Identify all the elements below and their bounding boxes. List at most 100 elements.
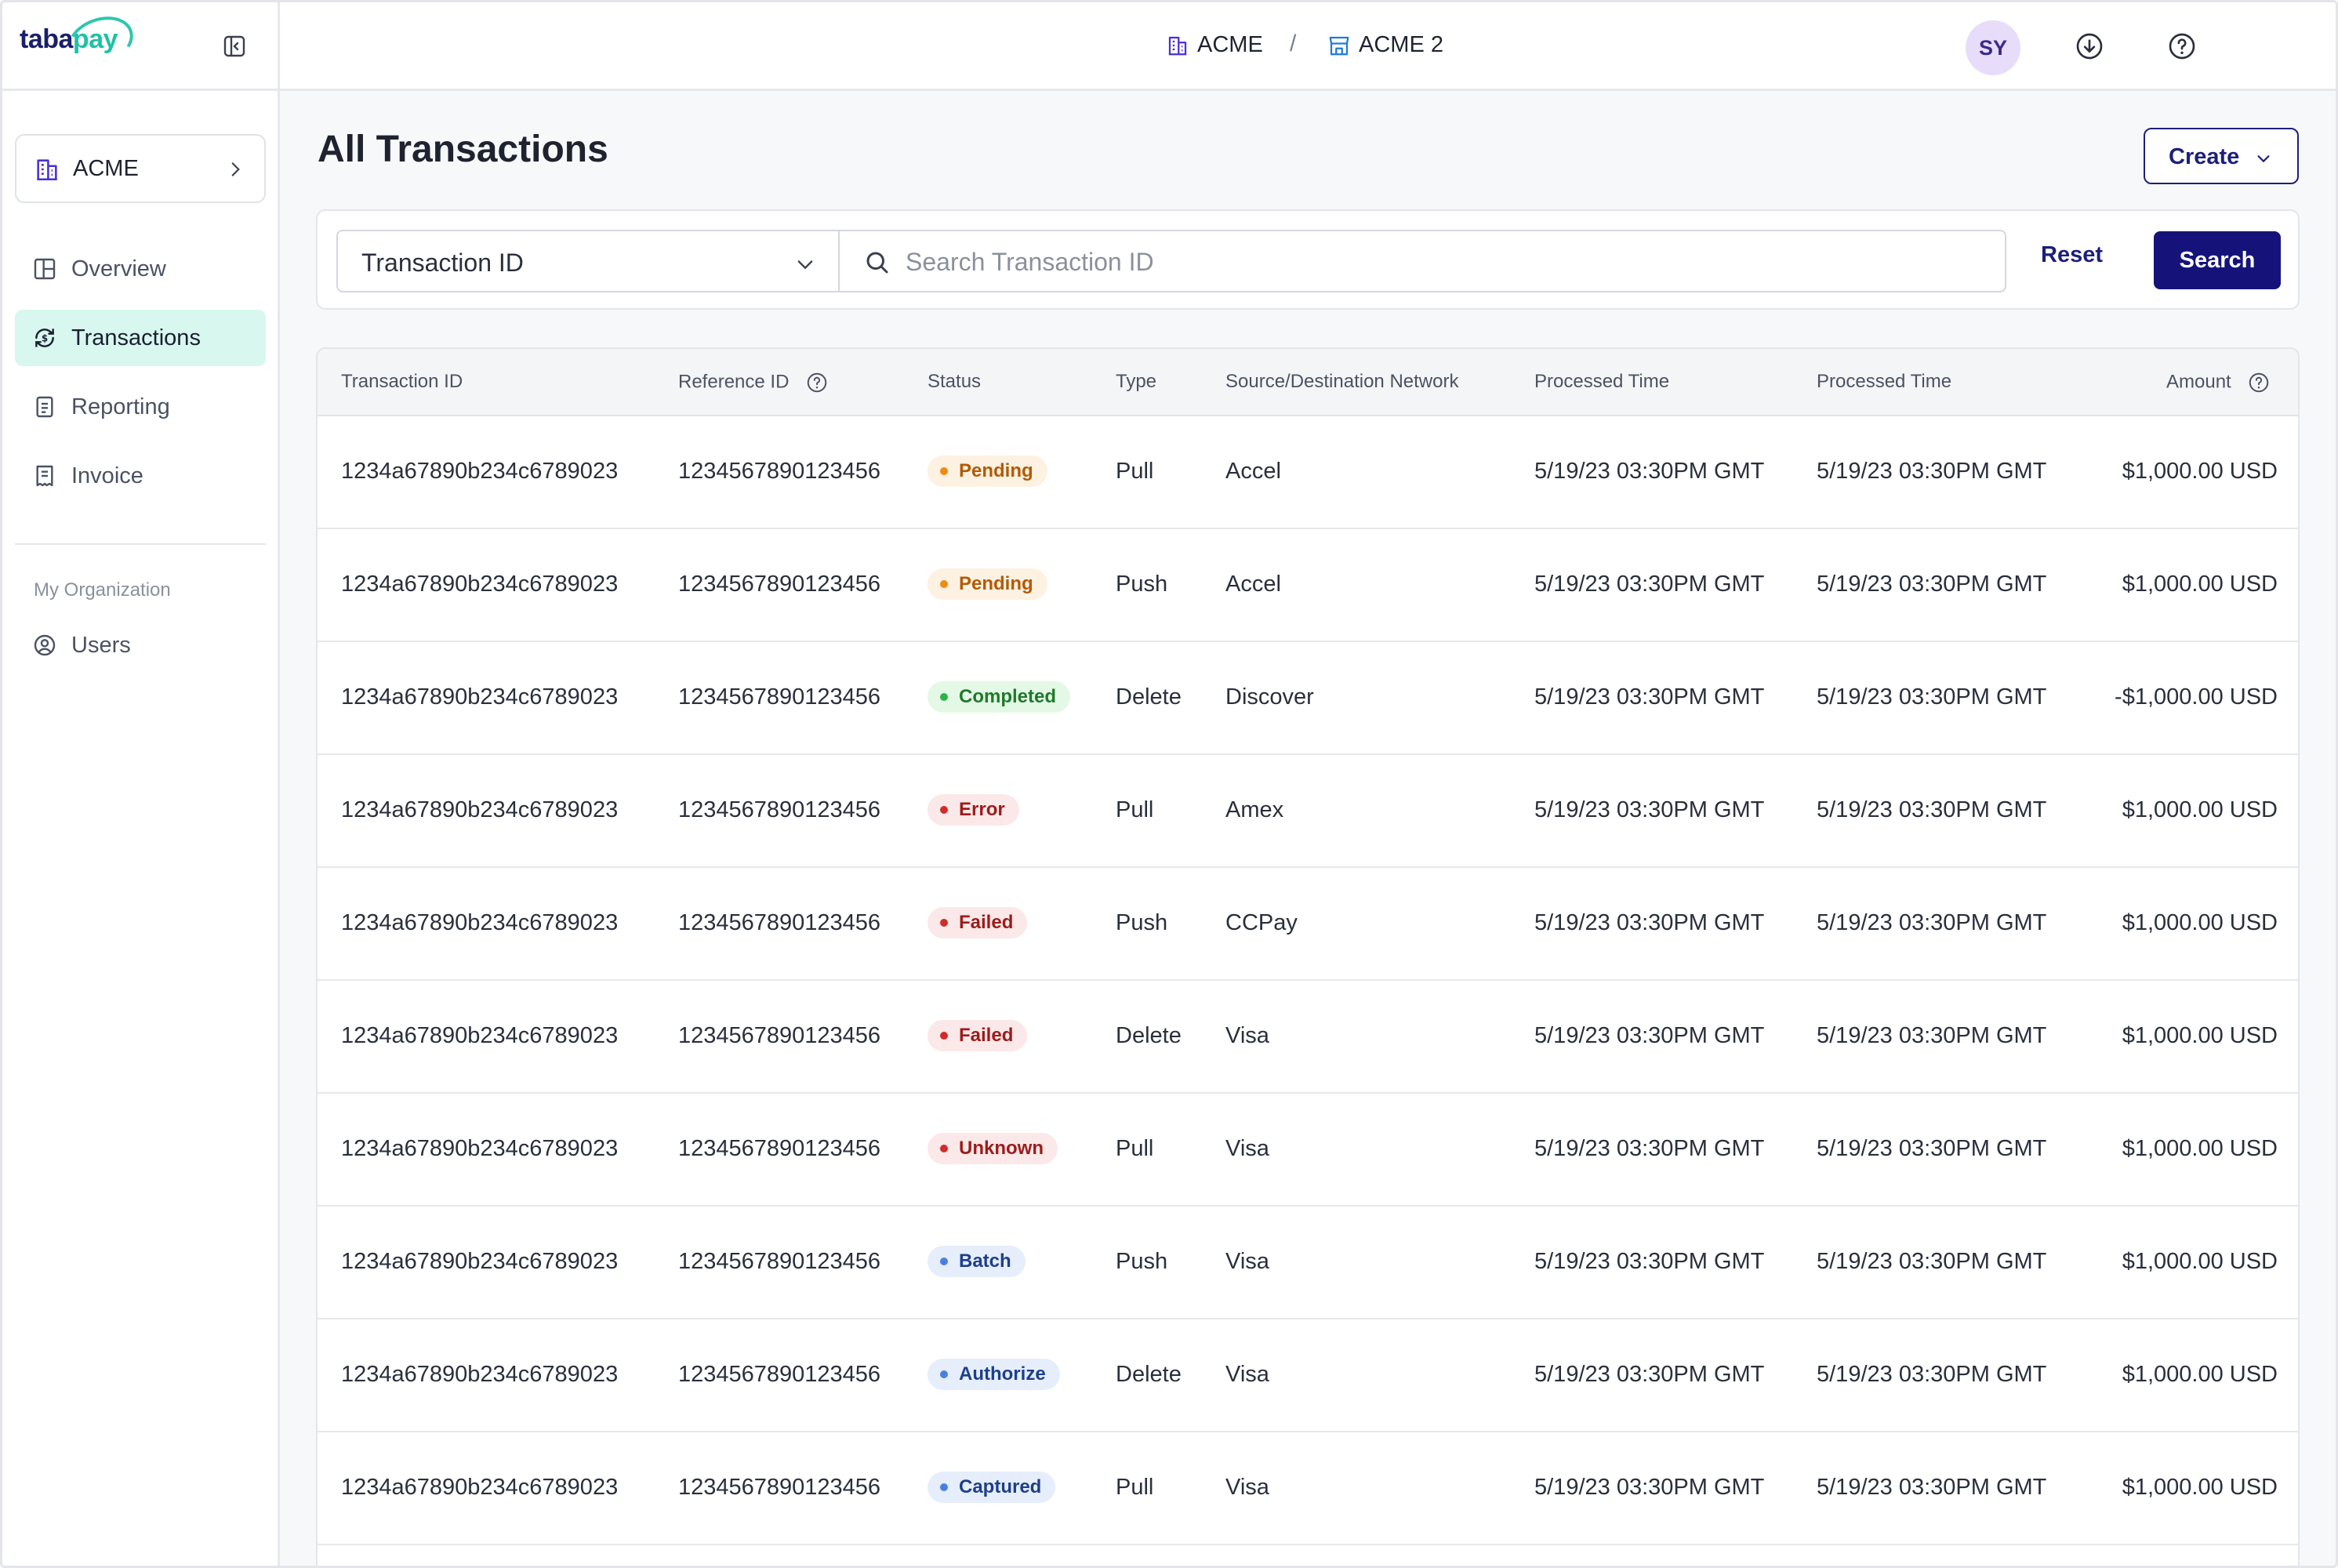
help-button[interactable] <box>2166 31 2198 62</box>
status-badge: Failed <box>928 1020 1028 1051</box>
table-row[interactable]: 1234a67890b234c6789023 1234567890123456 Fa… <box>318 868 2298 981</box>
cell-transaction-id[interactable]: 1234a67890b234c6789023 <box>341 1249 618 1275</box>
status-badge: Failed <box>928 907 1028 938</box>
chevron-down-icon <box>797 260 813 270</box>
table-row[interactable]: 1234a67890b234c6789023 1234567890123456 Un… <box>318 1094 2298 1207</box>
sidebar-item-label: Users <box>71 633 131 658</box>
column-header-label: Amount <box>2166 371 2231 393</box>
cell-processed-time: 5/19/23 03:30PM GMT <box>1534 1475 1765 1500</box>
column-header-status[interactable]: Status <box>928 371 981 393</box>
table-row[interactable]: 1234a67890b234c6789023 1234567890123456 Ca… <box>318 1432 2298 1545</box>
sidebar-item-invoice[interactable]: Invoice <box>15 448 266 504</box>
column-header-reference-id[interactable]: Reference ID <box>678 371 829 394</box>
cell-transaction-id[interactable]: 1234a67890b234c6789023 <box>341 1023 618 1049</box>
table-row[interactable]: 1234a67890b234c6789023 1234567890123456 Ba… <box>318 1207 2298 1319</box>
transactions-icon: $ <box>35 328 54 347</box>
overview-icon <box>34 258 56 280</box>
cell-transaction-id[interactable]: 1234a67890b234c6789023 <box>341 797 618 823</box>
cell-transaction-id[interactable]: 1234a67890b234c6789023 <box>341 459 618 485</box>
sidebar-item-label: Invoice <box>71 463 143 488</box>
status-label: Completed <box>959 686 1057 707</box>
cell-type: Delete <box>1116 1362 1182 1387</box>
table-row[interactable]: 1234a67890b234c6789023 1234567890123456 Pe… <box>318 416 2298 529</box>
users-icon <box>34 634 56 656</box>
status-badge: Pending <box>928 568 1047 600</box>
cell-network: Visa <box>1225 1023 1269 1048</box>
help-icon[interactable] <box>805 371 829 394</box>
table-row[interactable]: 1234a67890b234c6789023 1234567890123456 Fa… <box>318 981 2298 1094</box>
sidebar-divider <box>15 543 266 545</box>
cell-processed-time-2: 5/19/23 03:30PM GMT <box>1817 684 2047 710</box>
status-label: Failed <box>959 1025 1014 1046</box>
breadcrumb-separator: / <box>1290 31 1297 56</box>
cell-transaction-id[interactable]: 1234a67890b234c6789023 <box>341 1362 618 1388</box>
search-panel: Transaction ID Reset Search <box>316 209 2300 310</box>
sidebar-item-label: Overview <box>71 256 166 281</box>
logo-row: tabapay <box>2 2 280 91</box>
building-icon <box>1168 37 1187 56</box>
cell-network: Visa <box>1225 1475 1269 1500</box>
breadcrumb-acme[interactable]: ACME <box>1166 32 1263 58</box>
sidebar-item-reporting[interactable]: Reporting <box>15 379 266 435</box>
column-header-label: Reference ID <box>678 371 790 393</box>
cell-type: Pull <box>1116 797 1154 822</box>
sidebar-item-label: Transactions <box>71 325 201 350</box>
cell-type: Pull <box>1116 1136 1154 1161</box>
column-header-amount[interactable]: Amount <box>2166 371 2271 394</box>
sidebar-item-overview[interactable]: Overview <box>15 241 266 297</box>
cell-processed-time: 5/19/23 03:30PM GMT <box>1534 1249 1765 1274</box>
create-button[interactable]: Create <box>2144 128 2299 184</box>
table-row[interactable]: 1234a67890b234c6789023 1234567890123456 Co… <box>318 642 2298 755</box>
column-header-transaction-id[interactable]: Transaction ID <box>341 371 463 393</box>
cell-transaction-id[interactable]: 1234a67890b234c6789023 <box>341 684 618 710</box>
help-icon[interactable] <box>2247 371 2271 394</box>
cell-type: Push <box>1116 1249 1168 1274</box>
status-label: Pending <box>959 460 1033 481</box>
table-row[interactable]: 1234a67890b234c6789023 1234567890123456 Pe… <box>318 529 2298 642</box>
cell-reference-id: 1234567890123456 <box>678 572 881 597</box>
status-dot <box>940 467 948 475</box>
column-header-network[interactable]: Source/Destination Network <box>1225 371 1458 393</box>
user-avatar[interactable]: SY <box>1966 20 2020 75</box>
status-badge: Pending <box>928 456 1047 487</box>
sidebar-item-users[interactable]: Users <box>15 617 266 673</box>
cell-type: Pull <box>1116 459 1154 484</box>
column-header-processed-time[interactable]: Processed Time <box>1534 371 1669 393</box>
status-dot <box>940 1370 948 1378</box>
cell-reference-id: 1234567890123456 <box>678 910 881 935</box>
cell-transaction-id[interactable]: 1234a67890b234c6789023 <box>341 910 618 936</box>
cell-transaction-id[interactable]: 1234a67890b234c6789023 <box>341 1136 618 1162</box>
cell-processed-time-2: 5/19/23 03:30PM GMT <box>1817 572 2047 597</box>
status-dot <box>940 1483 948 1491</box>
cell-processed-time-2: 5/19/23 03:30PM GMT <box>1817 1136 2047 1161</box>
column-header-type[interactable]: Type <box>1116 371 1156 393</box>
reset-button[interactable]: Reset <box>2041 242 2103 268</box>
breadcrumb-label: ACME <box>1197 32 1263 57</box>
search-button[interactable]: Search <box>2154 231 2281 289</box>
collapse-sidebar-button[interactable] <box>222 34 247 59</box>
sidebar-item-transactions[interactable]: $ Transactions <box>15 310 266 366</box>
logo-text-part1: taba <box>20 24 73 54</box>
status-label: Batch <box>959 1250 1011 1272</box>
chevron-right-icon <box>231 162 240 176</box>
cell-amount: $1,000.00 USD <box>2122 459 2278 484</box>
tabapay-logo[interactable]: tabapay <box>20 8 140 75</box>
help-icon <box>2169 33 2195 60</box>
cell-processed-time-2: 5/19/23 03:30PM GMT <box>1817 1475 2047 1500</box>
status-dot <box>940 806 948 814</box>
cell-amount: $1,000.00 USD <box>2122 1475 2278 1500</box>
download-button[interactable] <box>2074 31 2105 62</box>
status-badge: Error <box>928 794 1019 826</box>
cell-transaction-id[interactable]: 1234a67890b234c6789023 <box>341 1475 618 1501</box>
table-row[interactable]: 1234a67890b234c6789023 1234567890123456 Er… <box>318 755 2298 868</box>
cell-amount: $1,000.00 USD <box>2122 1136 2278 1161</box>
search-input[interactable] <box>906 242 1988 281</box>
org-switcher-button[interactable]: ACME <box>15 134 266 203</box>
cell-processed-time: 5/19/23 03:30PM GMT <box>1534 797 1765 822</box>
column-header-processed-time-2[interactable]: Processed Time <box>1817 371 1951 393</box>
search-field-select[interactable]: Transaction ID <box>336 230 840 292</box>
breadcrumb-acme-2[interactable]: ACME 2 <box>1327 32 1443 58</box>
cell-amount: $1,000.00 USD <box>2122 797 2278 822</box>
cell-transaction-id[interactable]: 1234a67890b234c6789023 <box>341 572 618 597</box>
table-row[interactable]: 1234a67890b234c6789023 1234567890123456 Au… <box>318 1319 2298 1432</box>
